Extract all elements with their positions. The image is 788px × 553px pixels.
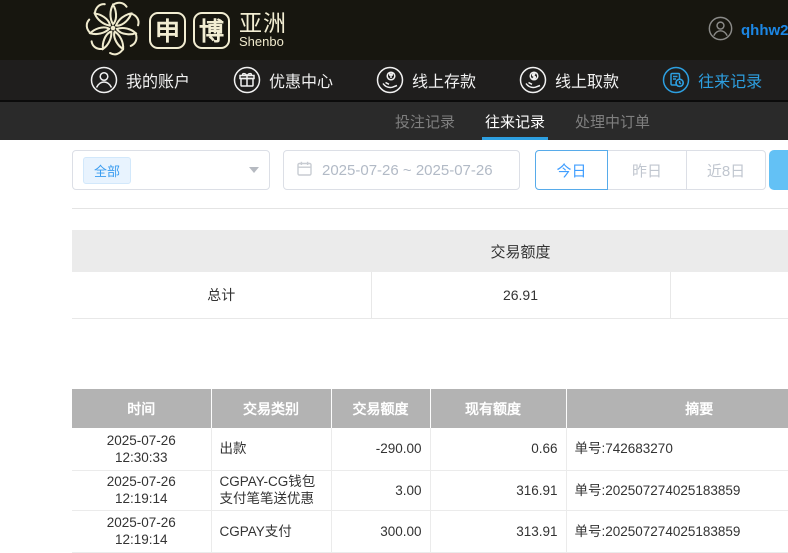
filter-row: 全部 2025-07-26 ~ 2025-07-26 今日 昨日 近8日 [72, 150, 788, 190]
col-header-memo: 摘要 [566, 389, 788, 428]
record-tabs: 投注记录 往来记录 处理中订单 [0, 102, 788, 140]
main-nav: 我的账户 优惠中心 线上存款 线上 [0, 60, 788, 102]
summary-header-amount: 交易额度 [371, 230, 670, 272]
date-range-value: 2025-07-26 ~ 2025-07-26 [322, 162, 493, 179]
col-header-time: 时间 [72, 389, 211, 428]
cell-balance: 316.91 [430, 470, 566, 510]
caret-down-icon [249, 167, 259, 173]
brand-region-label: 亚洲 [239, 11, 287, 35]
col-header-type: 交易类别 [211, 389, 331, 428]
nav-item-promotions[interactable]: 优惠中心 [233, 66, 333, 94]
summary-table: 交易额度 总计 26.91 [72, 230, 788, 319]
summary-total-label: 总计 [72, 272, 371, 318]
user-account[interactable]: qhhw2 [708, 0, 788, 60]
nav-item-records[interactable]: 往来记录 [662, 66, 762, 94]
tab-label: 处理中订单 [575, 111, 650, 132]
records-icon [662, 66, 690, 94]
brand-char-bo: 博 [193, 12, 230, 49]
table-row: 2025-07-26 12:19:14 CGPAY支付 300.00 313.9… [72, 510, 788, 552]
tab-pending-orders[interactable]: 处理中订单 [575, 102, 650, 140]
quick-button-label: 昨日 [632, 160, 662, 181]
type-select-tag: 全部 [83, 157, 131, 184]
search-button-cut-off[interactable] [769, 150, 788, 190]
table-row: 2025-07-26 12:30:33 出款 -290.00 0.66 单号:7… [72, 428, 788, 470]
cell-amount: -290.00 [331, 428, 430, 470]
transactions-header-row: 时间 交易类别 交易额度 现有额度 摘要 [72, 389, 788, 428]
cell-type: 出款 [211, 428, 331, 470]
account-icon [90, 66, 118, 94]
tab-label: 投注记录 [395, 111, 455, 132]
nav-item-label: 往来记录 [698, 68, 762, 92]
calendar-icon [296, 160, 313, 181]
yesterday-button[interactable]: 昨日 [607, 150, 687, 190]
summary-header-empty [72, 230, 371, 272]
cell-type: CGPAY支付 [211, 510, 331, 552]
summary-header-empty [670, 230, 788, 272]
cell-time: 2025-07-26 12:19:14 [72, 470, 211, 510]
nav-item-label: 我的账户 [126, 68, 190, 92]
tab-transaction-records[interactable]: 往来记录 [485, 102, 545, 140]
cell-amount: 300.00 [331, 510, 430, 552]
cell-time: 2025-07-26 12:30:33 [72, 428, 211, 470]
user-avatar-icon [708, 16, 733, 45]
cell-balance: 0.66 [430, 428, 566, 470]
username-label: qhhw2 [741, 22, 788, 39]
brand-latin-label: Shenbo [239, 35, 287, 49]
withdraw-icon [519, 66, 547, 94]
cell-balance: 313.91 [430, 510, 566, 552]
nav-item-label: 线上取款 [555, 68, 619, 92]
cell-time: 2025-07-26 12:19:14 [72, 510, 211, 552]
col-header-amount: 交易额度 [331, 389, 430, 428]
summary-total-value: 26.91 [371, 272, 670, 318]
brand-logo: 申 博 亚洲 Shenbo [84, 1, 287, 59]
nav-item-deposit[interactable]: 线上存款 [376, 66, 476, 94]
col-header-balance: 现有额度 [430, 389, 566, 428]
quick-button-label: 近8日 [707, 160, 745, 181]
flower-logo-icon [84, 0, 142, 62]
summary-header-row: 交易额度 [72, 230, 788, 272]
quick-button-label: 今日 [556, 160, 586, 181]
deposit-icon [376, 66, 404, 94]
nav-item-withdraw[interactable]: 线上取款 [519, 66, 619, 94]
brand-char-shen: 申 [149, 12, 186, 49]
cell-type: CGPAY-CG钱包支付笔笔送优惠 [211, 470, 331, 510]
tab-bet-records[interactable]: 投注记录 [395, 102, 455, 140]
table-row: 2025-07-26 12:19:14 CGPAY-CG钱包支付笔笔送优惠 3.… [72, 470, 788, 510]
last-8-days-button[interactable]: 近8日 [686, 150, 766, 190]
summary-total-row: 总计 26.91 [72, 272, 788, 318]
cell-memo: 单号:202507274025183859 [566, 470, 788, 510]
promotions-icon [233, 66, 261, 94]
topbar: 申 博 亚洲 Shenbo qhhw2 [0, 0, 788, 60]
type-select[interactable]: 全部 [72, 150, 270, 190]
brand-wordmark: 亚洲 Shenbo [239, 11, 287, 49]
cell-memo: 单号:202507274025183859 [566, 510, 788, 552]
nav-item-label: 线上存款 [412, 68, 476, 92]
tab-label: 往来记录 [485, 111, 545, 132]
date-range-input[interactable]: 2025-07-26 ~ 2025-07-26 [283, 150, 520, 190]
cell-memo: 单号:742683270 [566, 428, 788, 470]
transactions-table: 时间 交易类别 交易额度 现有额度 摘要 2025-07-26 12:30:33… [72, 389, 788, 553]
active-tab-underline [482, 137, 548, 140]
quick-date-buttons: 今日 昨日 近8日 [535, 150, 766, 190]
nav-item-my-account[interactable]: 我的账户 [90, 66, 190, 94]
nav-item-label: 优惠中心 [269, 68, 333, 92]
cell-amount: 3.00 [331, 470, 430, 510]
summary-empty-cell [670, 272, 788, 318]
today-button[interactable]: 今日 [535, 150, 608, 190]
section-divider [72, 208, 788, 209]
